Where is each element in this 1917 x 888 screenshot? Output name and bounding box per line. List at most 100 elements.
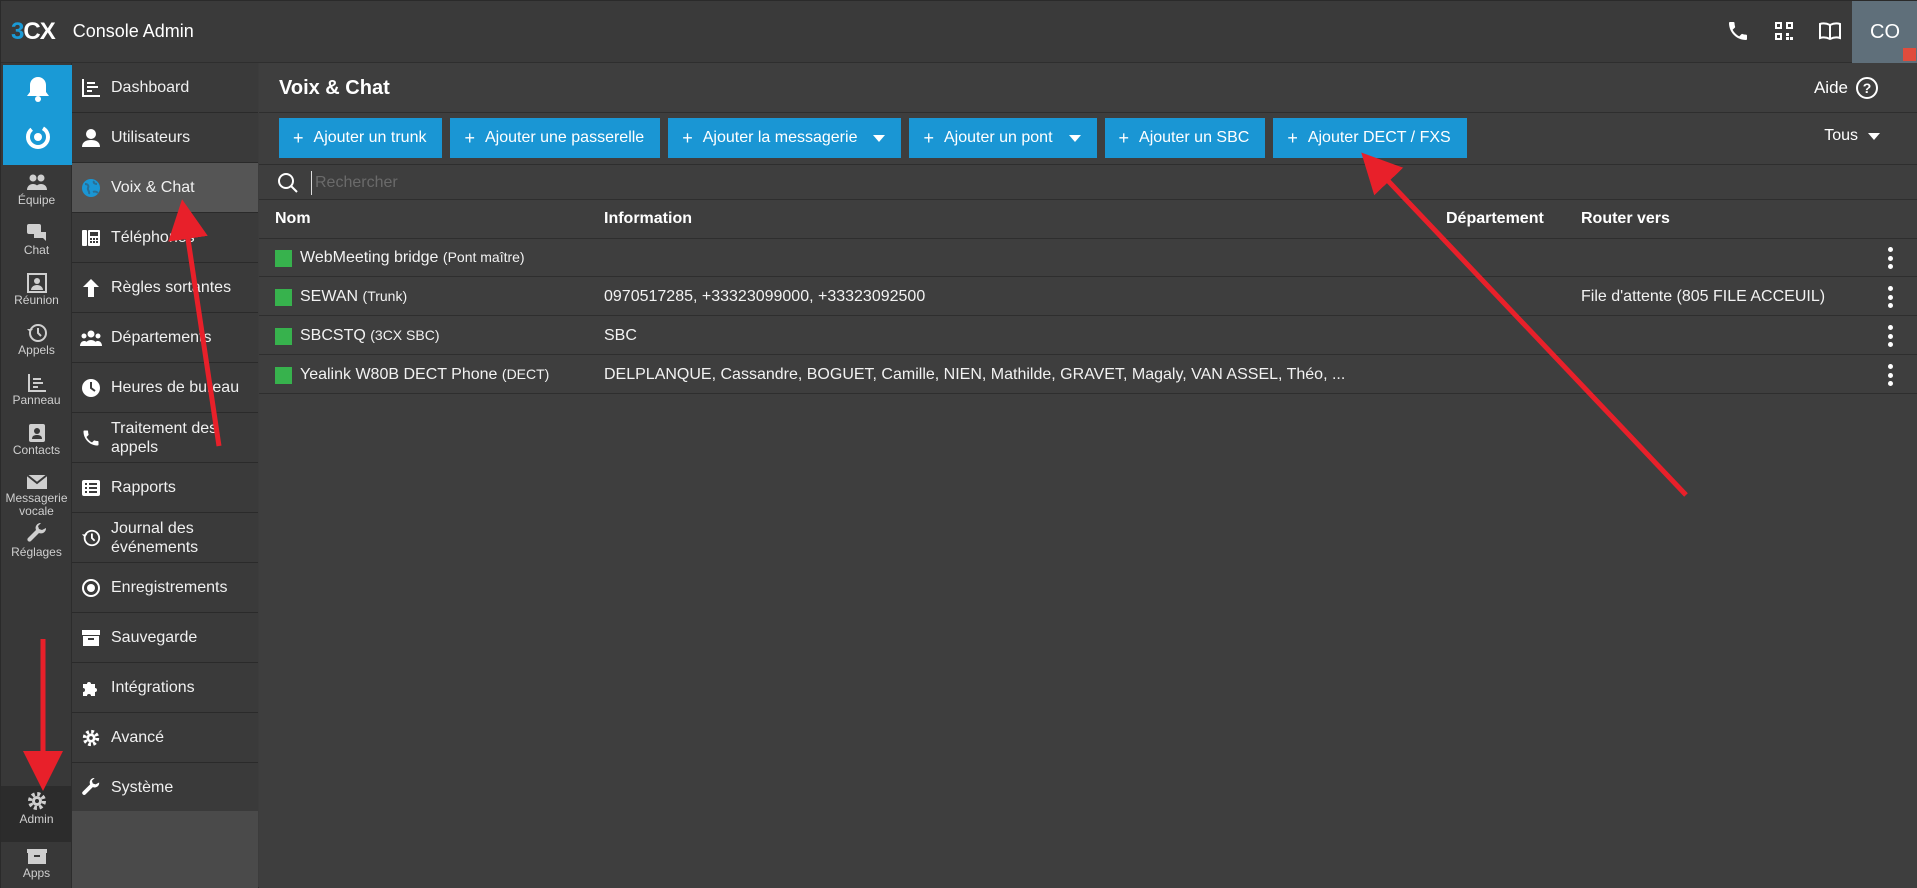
table-row[interactable]: Yealink W80B DECT Phone (DECT) DELPLANQU… [259,356,1917,394]
submenu-item-dashboard[interactable]: Dashboard [72,63,258,113]
plus-icon: + [1118,127,1130,148]
row-type: (DECT) [501,366,550,382]
3cx-swirl-icon[interactable] [25,123,51,151]
submenu-item-office-hours[interactable]: Heures de bureau [72,363,258,413]
row-name: SEWAN [300,288,359,305]
submenu-item-system[interactable]: Système [72,763,258,813]
filter-dropdown[interactable]: Tous [1824,127,1880,145]
rail-item-chat[interactable]: Chat [1,219,72,269]
more-options-icon[interactable] [1885,364,1895,386]
voicemail-icon [25,474,48,489]
meeting-icon [26,273,47,293]
row-info: SBC [604,327,637,344]
plus-icon: + [293,127,304,148]
help-link[interactable]: Aide ? [1814,77,1878,99]
submenu-item-voice-chat[interactable]: Voix & Chat [72,163,258,213]
rail-item-apps[interactable]: Apps [1,844,72,888]
archive-icon [79,626,103,650]
history-icon [79,526,103,550]
contacts-icon [28,424,45,442]
row-name: WebMeeting bridge [300,249,439,266]
row-type: (3CX SBC) [370,327,440,343]
row-info: DELPLANQUE, Cassandre, BOGUET, Camille, … [604,366,1346,383]
bell-icon[interactable] [25,75,51,103]
add-gateway-button[interactable]: + Ajouter une passerelle [450,118,661,158]
submenu-item-departments[interactable]: Départements [72,313,258,363]
submenu-item-reports[interactable]: Rapports [72,463,258,513]
submenu-item-integrations[interactable]: Intégrations [72,663,258,713]
plus-icon: + [1287,127,1298,148]
rail-item-settings[interactable]: Réglages [1,519,72,569]
submenu-item-event-log[interactable]: Journal des événements [72,513,258,563]
rail-item-admin[interactable]: Admin [1,786,72,842]
chat-icon [26,224,46,241]
more-options-icon[interactable] [1885,286,1895,308]
rail-item-team[interactable]: Équipe [1,169,72,219]
row-name: SBCSTQ [300,327,366,344]
departments-icon [79,326,103,350]
row-info: 0970517285, +33323099000, +33323092500 [604,288,926,305]
gear-icon [27,792,46,810]
add-trunk-button[interactable]: + Ajouter un trunk [279,118,443,158]
submenu-item-users[interactable]: Utilisateurs [72,113,258,163]
wrench-icon [79,776,103,800]
caret-down-icon [873,134,886,142]
arrow-up-icon [79,276,103,300]
search-bar [259,164,1917,200]
column-header-route[interactable]: Router vers [1581,200,1670,238]
status-indicator [275,289,292,306]
search-icon [278,173,298,193]
qr-code-icon[interactable] [1772,19,1796,43]
row-type: (Trunk) [362,288,408,304]
phone-device-icon [79,226,103,250]
row-route: File d'attente (805 FILE ACCEUIL) [1581,288,1826,305]
add-sbc-button[interactable]: + Ajouter un SBC [1104,118,1266,158]
row-name: Yealink W80B DECT Phone [300,366,498,383]
column-header-name[interactable]: Nom [275,200,311,238]
main-content: Voix & Chat Aide ? + Ajouter un trunk + Aj… [259,63,1917,888]
apps-icon [26,849,47,864]
top-bar: 3CX Console Admin CO [1,1,1917,63]
submenu-item-call-handling[interactable]: Traitement des appels [72,413,258,463]
table-row[interactable]: SBCSTQ (3CX SBC) SBC [259,317,1917,355]
more-options-icon[interactable] [1885,325,1895,347]
rail-item-contacts[interactable]: Contacts [1,419,72,469]
add-bridge-button[interactable]: + Ajouter un pont [909,118,1097,158]
row-type: (Pont maître) [442,249,525,265]
globe-icon [79,176,103,200]
status-indicator [275,367,292,384]
plus-icon: + [923,127,934,148]
search-input[interactable] [311,171,911,195]
table-row[interactable]: WebMeeting bridge (Pont maître) [259,239,1917,277]
submenu-item-outbound-rules[interactable]: Règles sortantes [72,263,258,313]
wrench-icon [26,523,46,542]
status-indicator [1903,48,1916,61]
rail-item-panel[interactable]: Panneau [1,369,72,419]
column-header-department[interactable]: Département [1446,200,1544,238]
more-options-icon[interactable] [1885,247,1895,269]
table-row[interactable]: SEWAN (Trunk) 0970517285, +33323099000, … [259,278,1917,316]
dashboard-icon [79,76,103,100]
book-icon[interactable] [1818,19,1842,43]
help-icon: ? [1856,77,1878,99]
clock-icon [79,376,103,400]
avatar[interactable]: CO [1852,1,1917,63]
gear-icon [79,726,103,750]
add-messaging-button[interactable]: + Ajouter la messagerie [668,118,902,158]
phone-icon[interactable] [1726,19,1750,43]
add-dect-fxs-button[interactable]: + Ajouter DECT / FXS [1273,118,1467,158]
plus-icon: + [464,127,475,148]
logo[interactable]: 3CX [11,18,56,46]
submenu-item-advanced[interactable]: Avancé [72,713,258,763]
app-title: Console Admin [72,21,194,41]
panel-icon [27,374,46,392]
caret-down-icon [1868,132,1880,140]
submenu-item-phones[interactable]: Téléphones [72,213,258,263]
user-icon [79,126,103,150]
history-icon [26,324,47,342]
rail-item-meeting[interactable]: Réunion [1,269,72,319]
submenu-item-recordings[interactable]: Enregistrements [72,563,258,613]
rail-item-calls[interactable]: Appels [1,319,72,369]
submenu-item-backup[interactable]: Sauvegarde [72,613,258,663]
column-header-info[interactable]: Information [604,200,692,238]
